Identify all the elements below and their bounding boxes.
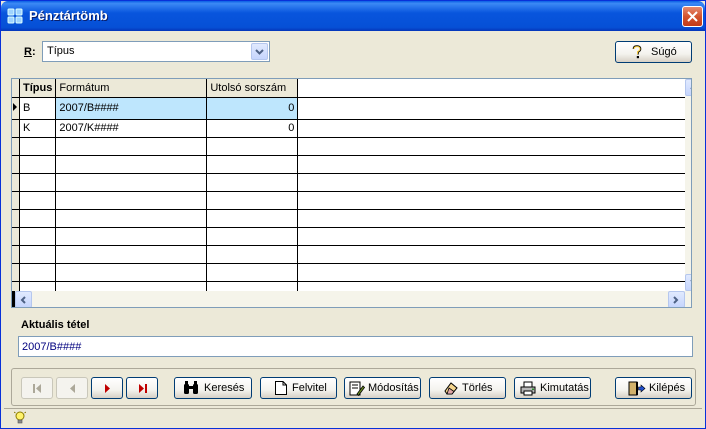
report-button-label: Kimutatás — [540, 382, 589, 394]
first-record-button[interactable] — [21, 377, 53, 399]
delete-button-label: Törlés — [462, 382, 493, 394]
scroll-up-button[interactable] — [685, 79, 691, 96]
chevron-down-icon — [690, 280, 691, 282]
header-empty — [297, 79, 689, 98]
edit-button[interactable]: Módosítás — [344, 377, 421, 399]
window-content: R : Típus Súgó Típus Formátum Utolsó sor… — [4, 31, 702, 427]
empty-row — [12, 245, 689, 264]
empty-row — [12, 173, 689, 192]
empty-row — [12, 263, 689, 282]
title-bar[interactable]: Pénztártömb — [1, 1, 705, 31]
lightbulb-icon — [14, 411, 26, 424]
cell-type[interactable]: K — [19, 119, 57, 138]
last-record-button[interactable] — [126, 377, 158, 399]
chevron-right-icon — [673, 296, 679, 304]
horizontal-scrollbar[interactable] — [12, 291, 691, 307]
current-item-field[interactable]: 2007/B#### — [18, 336, 693, 357]
cell-empty — [297, 119, 689, 138]
table-row[interactable]: K 2007/K#### 0 — [12, 119, 689, 138]
column-header-format[interactable]: Formátum — [55, 79, 208, 98]
previous-record-icon — [70, 384, 75, 393]
cell-last-number[interactable]: 0 — [206, 97, 299, 120]
row-indicator — [12, 97, 20, 120]
eraser-icon — [444, 382, 458, 395]
new-document-icon — [275, 381, 287, 395]
row-indicator — [12, 119, 20, 138]
cell-format[interactable]: 2007/K#### — [55, 119, 208, 138]
add-button-label: Felvitel — [292, 382, 327, 394]
cell-last-number[interactable]: 0 — [206, 119, 299, 138]
search-button[interactable]: Keresés — [174, 377, 252, 399]
add-button[interactable]: Felvitel — [260, 377, 337, 399]
first-record-icon — [33, 384, 41, 393]
next-record-icon — [105, 384, 110, 393]
vertical-scrollbar[interactable] — [685, 79, 691, 291]
filter-label-mnemonic: R — [24, 46, 32, 58]
last-record-icon — [139, 384, 147, 393]
window-title: Pénztártömb — [29, 8, 108, 23]
empty-row — [12, 227, 689, 246]
exit-button[interactable]: Kilépés — [615, 377, 692, 399]
current-item-label: Aktuális tétel — [21, 319, 90, 331]
edit-document-icon — [349, 381, 365, 396]
binoculars-icon — [184, 381, 198, 394]
table-row[interactable]: B 2007/B#### 0 — [12, 97, 689, 120]
exit-button-label: Kilépés — [649, 382, 686, 394]
chevron-left-icon — [20, 296, 26, 304]
app-icon — [7, 8, 23, 24]
scroll-right-button[interactable] — [668, 291, 685, 307]
data-grid[interactable]: Típus Formátum Utolsó sorszám B 2007/B##… — [11, 78, 692, 308]
app-window: Pénztártömb R : Típus Súgó Típus Formátu… — [0, 0, 706, 429]
previous-record-button[interactable] — [56, 377, 88, 399]
help-button-label: Súgó — [651, 46, 677, 58]
status-bar — [4, 408, 702, 427]
column-header-last-number[interactable]: Utolsó sorszám — [206, 79, 299, 98]
empty-row — [12, 209, 689, 228]
current-row-arrow-icon — [13, 102, 17, 111]
empty-row — [12, 191, 689, 210]
search-button-label: Keresés — [204, 382, 245, 394]
cell-empty — [297, 97, 689, 120]
next-record-button[interactable] — [91, 377, 123, 399]
empty-row — [12, 155, 689, 174]
scroll-left-button[interactable] — [15, 291, 32, 307]
question-mark-icon — [632, 45, 642, 59]
filter-label-colon: : — [32, 46, 36, 58]
edit-button-label: Módosítás — [368, 382, 419, 394]
column-header-type[interactable]: Típus — [19, 79, 57, 98]
grid-table: Típus Formátum Utolsó sorszám B 2007/B##… — [12, 79, 689, 300]
close-icon — [687, 11, 698, 22]
cell-type[interactable]: B — [19, 97, 57, 120]
filter-dropdown-button[interactable] — [251, 43, 268, 60]
report-button[interactable]: Kimutatás — [514, 377, 591, 399]
grid-header-row: Típus Formátum Utolsó sorszám — [12, 79, 689, 98]
cell-format[interactable]: 2007/B#### — [55, 97, 208, 120]
chevron-down-icon — [255, 49, 264, 55]
delete-button[interactable]: Törlés — [429, 377, 506, 399]
header-indicator — [12, 79, 20, 98]
empty-row — [12, 137, 689, 156]
printer-icon — [520, 381, 536, 396]
exit-door-icon — [628, 381, 646, 396]
filter-select[interactable]: Típus — [42, 41, 270, 62]
filter-select-value: Típus — [47, 45, 75, 57]
close-button[interactable] — [682, 6, 703, 27]
help-button[interactable]: Súgó — [615, 41, 692, 63]
scroll-down-button[interactable] — [685, 274, 691, 291]
chevron-up-icon — [690, 87, 691, 89]
